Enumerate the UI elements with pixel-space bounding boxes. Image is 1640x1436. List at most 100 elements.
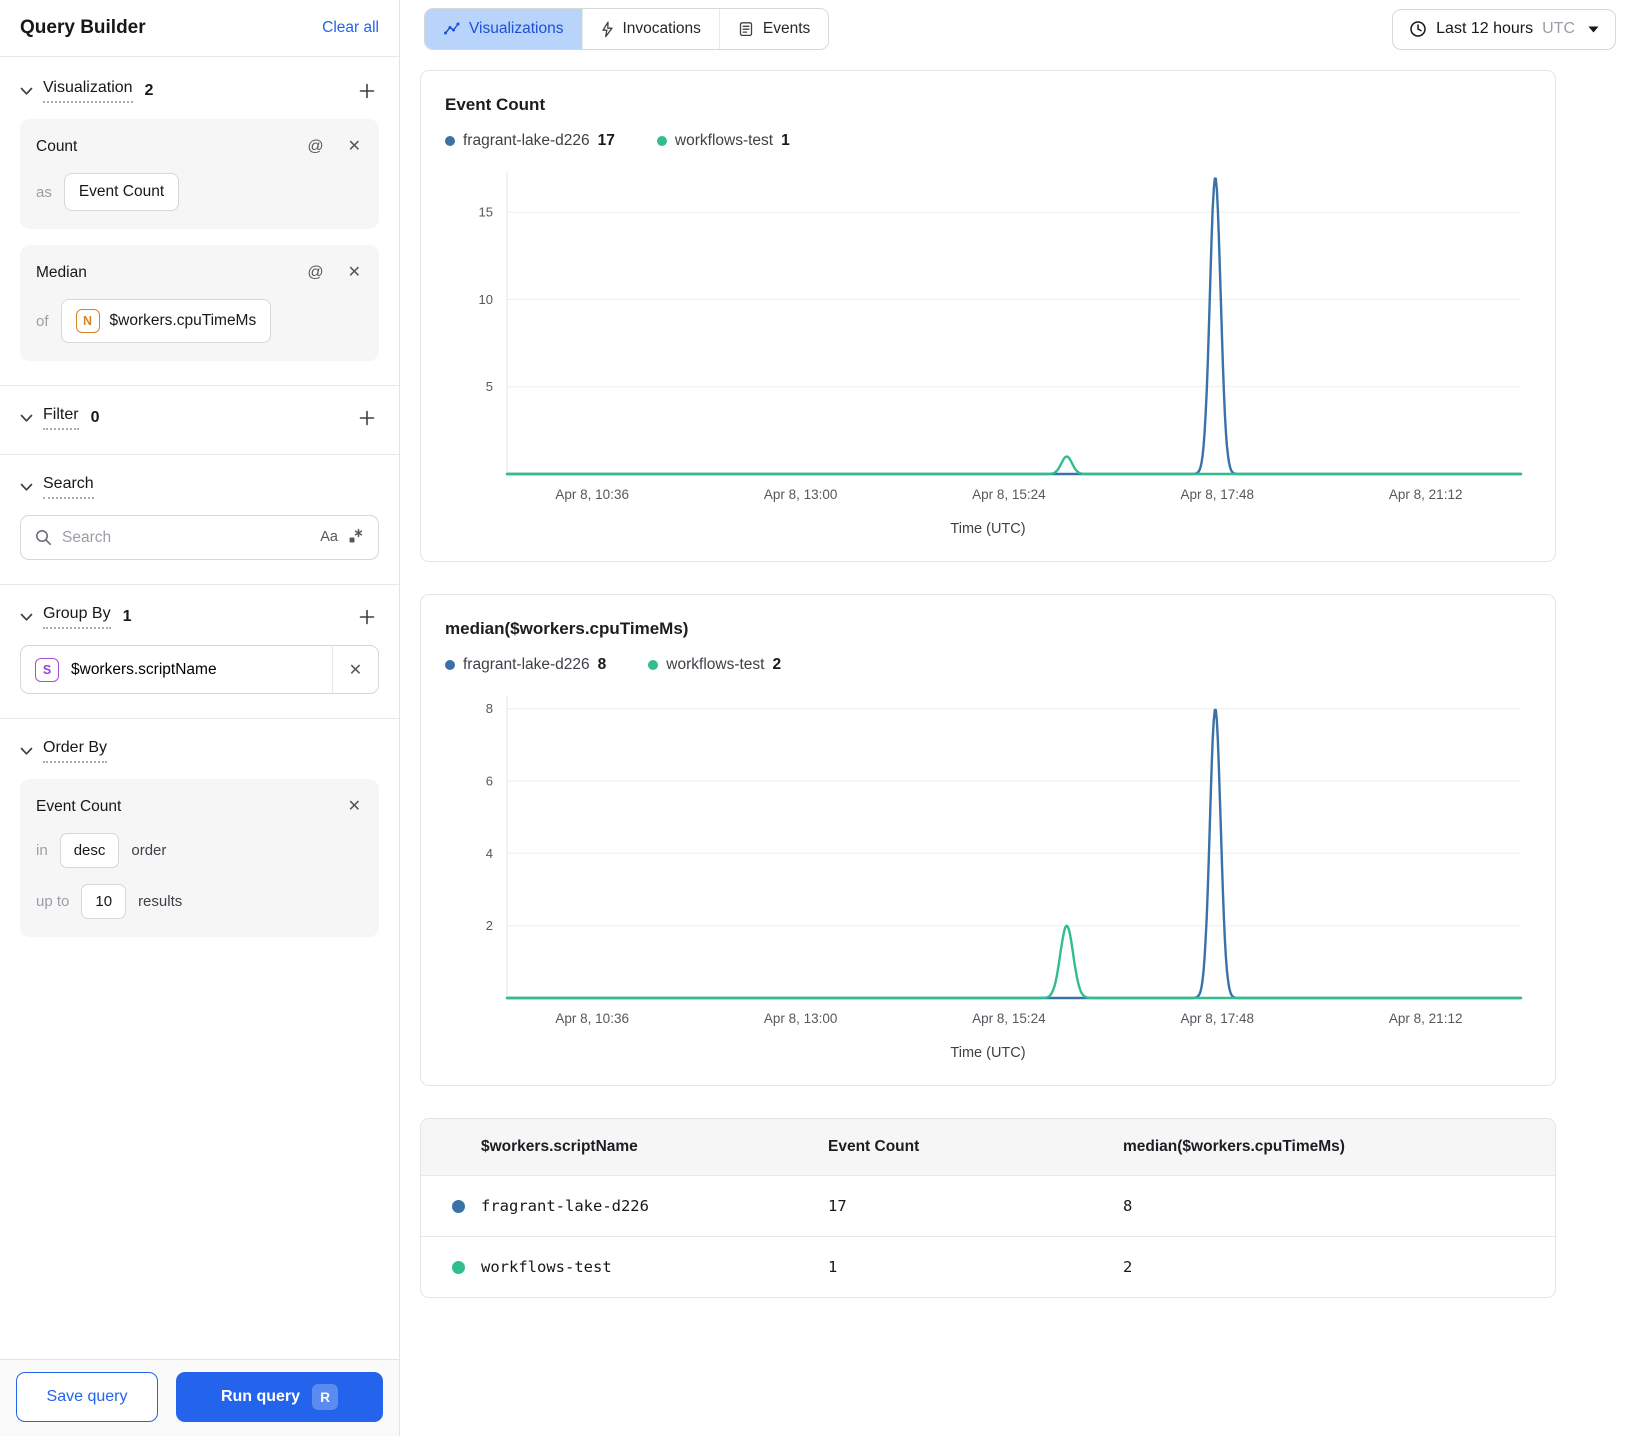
tab-label: Invocations	[622, 20, 701, 37]
x-axis-label: Time (UTC)	[950, 521, 1026, 537]
svg-text:2: 2	[486, 918, 493, 933]
filter-section-toggle[interactable]: Filter 0	[20, 406, 99, 430]
search-input[interactable]	[62, 528, 311, 547]
match-case-toggle[interactable]: Aa	[320, 530, 338, 545]
series-color-dot	[452, 1260, 465, 1274]
median-cpu-chart-card: median($workers.cpuTimeMs) fragrant-lake…	[420, 594, 1556, 1086]
group-by-item: S $workers.scriptName ✕	[20, 645, 379, 694]
median-field-selector[interactable]: N $workers.cpuTimeMs	[60, 299, 272, 343]
tab-invocations[interactable]: Invocations	[581, 9, 719, 49]
divider	[0, 454, 399, 455]
regex-toggle[interactable]	[348, 528, 364, 548]
legend-item[interactable]: workflows-test 1	[656, 132, 790, 150]
chevron-down-icon	[20, 483, 33, 491]
plus-icon	[359, 410, 375, 426]
order-by-field: Event Count	[36, 798, 122, 815]
svg-text:6: 6	[486, 774, 493, 789]
order-by-section-label: Order By	[43, 739, 108, 763]
visualization-section-toggle[interactable]: Visualization 2	[20, 79, 153, 103]
chart-legend: fragrant-lake-d226 17 workflows-test 1	[445, 132, 1531, 150]
legend-series-name: workflows-test	[674, 132, 774, 149]
tab-events[interactable]: Events	[718, 9, 829, 49]
chevron-down-icon	[20, 414, 33, 422]
save-query-button[interactable]: Save query	[16, 1372, 158, 1422]
legend-item[interactable]: fragrant-lake-d226 17	[445, 132, 615, 150]
group-by-count: 1	[122, 608, 132, 625]
run-query-button[interactable]: Run query R	[176, 1372, 383, 1422]
legend-series-value: 2	[772, 656, 782, 673]
table-row[interactable]: fragrant-lake-d226 17 8	[421, 1175, 1555, 1236]
median-card-title: Median	[36, 264, 87, 281]
group-by-section-toggle[interactable]: Group By 1	[20, 605, 132, 629]
alias-at-button[interactable]: @	[305, 137, 325, 157]
chart-title: Event Count	[445, 95, 546, 114]
time-range-label: Last 12 hours	[1436, 20, 1534, 37]
remove-group-by-button[interactable]: ✕	[332, 646, 378, 693]
table-row[interactable]: workflows-test 1 2	[421, 1236, 1555, 1297]
filter-section: Filter 0	[0, 406, 399, 430]
clear-all-button[interactable]: Clear all	[322, 19, 379, 37]
cell-script-name: workflows-test	[481, 1258, 612, 1276]
document-icon	[739, 22, 753, 37]
close-icon: ✕	[348, 661, 363, 679]
divider	[0, 584, 399, 585]
svg-text:Apr 8, 10:36: Apr 8, 10:36	[555, 1011, 629, 1026]
filter-section-label: Filter	[43, 406, 79, 430]
count-alias-value: Event Count	[78, 183, 165, 200]
legend-dot	[445, 136, 455, 146]
order-by-section: Order By Event Count ✕ in desc order up …	[0, 739, 399, 937]
legend-series-name: fragrant-lake-d226	[463, 656, 590, 673]
visualization-section: Visualization 2 Count @ ✕ as Event Count…	[0, 79, 399, 361]
series-color-dot	[452, 1199, 465, 1213]
up-to-label: up to	[36, 893, 70, 910]
legend-item[interactable]: fragrant-lake-d226 8	[445, 656, 606, 674]
chart-legend: fragrant-lake-d226 8 workflows-test 2	[445, 656, 1531, 674]
alias-at-button[interactable]: @	[305, 263, 325, 283]
count-alias-field[interactable]: Event Count	[63, 173, 180, 211]
result-limit-input[interactable]: 10	[81, 884, 127, 919]
group-by-field-value: $workers.scriptName	[71, 660, 217, 678]
remove-order-by-button[interactable]: ✕	[346, 797, 363, 817]
add-visualization-button[interactable]	[355, 79, 379, 103]
sort-direction-select[interactable]: desc	[59, 833, 120, 868]
legend-item[interactable]: workflows-test 2	[648, 656, 781, 674]
chevron-down-icon	[20, 613, 33, 621]
tab-visualizations[interactable]: Visualizations	[425, 9, 582, 49]
remove-median-button[interactable]: ✕	[346, 263, 363, 283]
add-group-by-button[interactable]	[355, 605, 379, 629]
sidebar-body: Visualization 2 Count @ ✕ as Event Count…	[0, 57, 399, 1359]
at-icon: @	[307, 138, 324, 155]
of-label: of	[36, 312, 49, 330]
add-filter-button[interactable]	[355, 406, 379, 430]
run-query-label: Run query	[220, 1388, 301, 1405]
remove-count-button[interactable]: ✕	[346, 137, 363, 157]
time-range-dropdown[interactable]: Last 12 hours UTC	[1392, 8, 1616, 50]
table-header-row: $workers.scriptName Event Count median($…	[421, 1119, 1555, 1175]
count-card-title: Count	[36, 138, 78, 155]
search-section-toggle[interactable]: Search	[20, 475, 94, 499]
in-label: in	[36, 842, 48, 859]
group-by-field-selector[interactable]: S $workers.scriptName	[21, 657, 332, 682]
content-area: Event Count fragrant-lake-d226 17 workfl…	[400, 58, 1640, 1298]
close-icon: ✕	[347, 138, 361, 155]
cell-script-name: fragrant-lake-d226	[481, 1197, 649, 1215]
legend-dot	[445, 660, 455, 670]
visualization-count: 2	[144, 82, 154, 99]
svg-text:Apr 8, 17:48: Apr 8, 17:48	[1181, 1011, 1255, 1026]
event-count-line-chart: 5 10 15 Apr 8, 10:36 Apr 8, 13:00 Apr 8, 15:2…	[445, 164, 1531, 519]
svg-text:Apr 8, 17:48: Apr 8, 17:48	[1181, 487, 1255, 502]
cell-event-count: 17	[828, 1197, 847, 1215]
plus-icon	[359, 83, 375, 99]
tab-label: Events	[762, 20, 811, 37]
cell-event-count: 1	[828, 1258, 838, 1276]
chart-title: median($workers.cpuTimeMs)	[445, 619, 689, 638]
as-label: as	[36, 183, 52, 201]
svg-text:10: 10	[479, 292, 493, 307]
order-by-section-toggle[interactable]: Order By	[20, 739, 108, 763]
plus-icon	[359, 609, 375, 625]
svg-text:15: 15	[479, 205, 493, 220]
order-by-card: Event Count ✕ in desc order up to 10 res…	[20, 779, 379, 937]
svg-text:Apr 8, 10:36: Apr 8, 10:36	[555, 487, 629, 502]
visualization-section-label: Visualization	[43, 79, 133, 103]
chevron-down-icon	[20, 747, 33, 755]
